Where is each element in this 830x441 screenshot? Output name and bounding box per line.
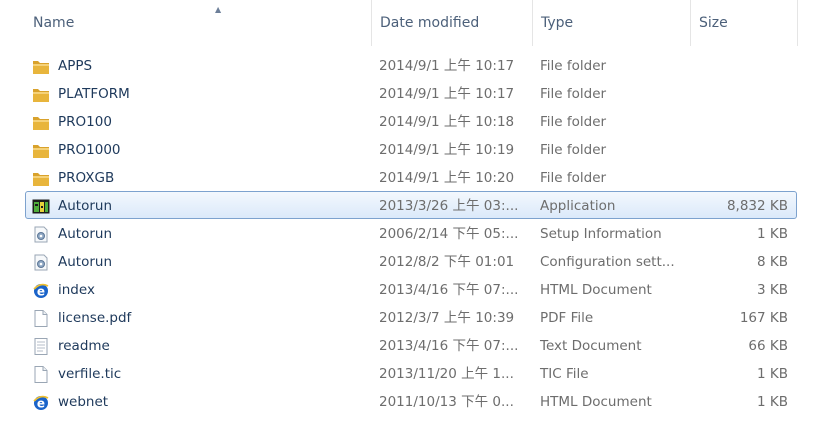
file-date-modified: 2014/9/1 上午 10:17 <box>379 58 515 74</box>
file-row[interactable]: PROXGB 2014/9/1 上午 10:20 File folder <box>25 163 797 191</box>
file-row-selected[interactable]: Autorun 2013/3/26 上午 03:... Application 8,8… <box>25 191 797 219</box>
file-date-modified: 2013/11/20 上午 1... <box>379 366 514 382</box>
column-header-name[interactable]: Name <box>25 0 371 46</box>
file-name: verfile.tic <box>58 366 122 382</box>
file-size: 1 KB <box>757 366 788 382</box>
file-type: Application <box>540 198 616 214</box>
folder-icon <box>32 169 50 186</box>
folder-icon <box>32 85 50 102</box>
folder-icon <box>32 57 50 74</box>
application-icon <box>32 197 50 214</box>
file-date-modified: 2012/3/7 上午 10:39 <box>379 310 515 326</box>
file-list: APPS 2014/9/1 上午 10:17 File folder PLATFORM… <box>25 51 797 415</box>
file-type: File folder <box>540 114 607 130</box>
file-date-modified: 2014/9/1 上午 10:20 <box>379 170 515 186</box>
column-header-type[interactable]: Type <box>532 0 690 46</box>
file-size: 8,832 KB <box>726 198 788 214</box>
file-row[interactable]: Autorun 2006/2/14 下午 05:... Setup Informat… <box>25 219 797 247</box>
file-name: PRO100 <box>58 114 112 130</box>
file-size: 1 KB <box>757 226 788 242</box>
file-name: webnet <box>58 394 109 410</box>
ie-icon: e <box>32 281 50 299</box>
file-date-modified: 2013/4/16 下午 07:... <box>379 282 519 298</box>
file-type: File folder <box>540 170 607 186</box>
file-size: 66 KB <box>748 338 788 354</box>
column-header-size[interactable]: Size <box>690 0 797 46</box>
file-date-modified: 2014/9/1 上午 10:18 <box>379 114 515 130</box>
file-type: TIC File <box>540 366 589 382</box>
file-name: PROXGB <box>58 170 115 186</box>
file-row[interactable]: PRO100 2014/9/1 上午 10:18 File folder <box>25 107 797 135</box>
folder-icon <box>32 113 50 130</box>
file-name: PLATFORM <box>58 86 130 102</box>
file-size: 167 KB <box>739 310 788 326</box>
column-header-bar: Name ▲ Date modified Type Size <box>0 0 830 46</box>
file-type: HTML Document <box>540 282 652 298</box>
file-row[interactable]: APPS 2014/9/1 上午 10:17 File folder <box>25 51 797 79</box>
file-name: Autorun <box>58 198 113 214</box>
file-type: HTML Document <box>540 394 652 410</box>
file-name: license.pdf <box>58 310 132 326</box>
file-name: Autorun <box>58 254 113 270</box>
ie-icon: e <box>32 393 50 411</box>
file-row[interactable]: Autorun 2012/8/2 下午 01:01 Configuration se… <box>25 247 797 275</box>
column-header-filler <box>797 0 830 46</box>
settings-file-icon <box>32 253 50 271</box>
file-size: 3 KB <box>757 282 788 298</box>
file-type: File folder <box>540 86 607 102</box>
blank-file-icon <box>32 365 50 383</box>
file-row[interactable]: e index 2013/4/16 下午 07:... HTML Document 3 … <box>25 275 797 303</box>
blank-file-icon <box>32 309 50 327</box>
text-file-icon <box>32 337 50 355</box>
file-type: File folder <box>540 142 607 158</box>
file-row[interactable]: e webnet 2011/10/13 下午 0... HTML Document 1 … <box>25 387 797 415</box>
file-date-modified: 2013/4/16 下午 07:... <box>379 338 519 354</box>
file-date-modified: 2013/3/26 上午 03:... <box>379 198 519 214</box>
file-type: Text Document <box>540 338 642 354</box>
file-type: Setup Information <box>540 226 662 242</box>
file-name: APPS <box>58 58 93 74</box>
column-header-date-modified[interactable]: Date modified <box>371 0 532 46</box>
file-row[interactable]: PRO1000 2014/9/1 上午 10:19 File folder <box>25 135 797 163</box>
folder-icon <box>32 141 50 158</box>
settings-file-icon <box>32 225 50 243</box>
file-date-modified: 2011/10/13 下午 0... <box>379 394 514 410</box>
file-date-modified: 2006/2/14 下午 05:... <box>379 226 519 242</box>
file-row[interactable]: verfile.tic 2013/11/20 上午 1... TIC File 1 K… <box>25 359 797 387</box>
file-row[interactable]: PLATFORM 2014/9/1 上午 10:17 File folder <box>25 79 797 107</box>
file-date-modified: 2014/9/1 上午 10:19 <box>379 142 515 158</box>
file-date-modified: 2014/9/1 上午 10:17 <box>379 86 515 102</box>
file-name: index <box>58 282 95 298</box>
file-type: File folder <box>540 58 607 74</box>
file-name: readme <box>58 338 110 354</box>
file-row[interactable]: readme 2013/4/16 下午 07:... Text Document 66… <box>25 331 797 359</box>
sort-ascending-icon: ▲ <box>215 5 222 14</box>
file-name: PRO1000 <box>58 142 121 158</box>
file-size: 8 KB <box>757 254 788 270</box>
file-name: Autorun <box>58 226 113 242</box>
file-date-modified: 2012/8/2 下午 01:01 <box>379 254 515 270</box>
file-type: Configuration sett... <box>540 254 675 270</box>
file-row[interactable]: license.pdf 2012/3/7 上午 10:39 PDF File 167 … <box>25 303 797 331</box>
file-type: PDF File <box>540 310 594 326</box>
file-size: 1 KB <box>757 394 788 410</box>
